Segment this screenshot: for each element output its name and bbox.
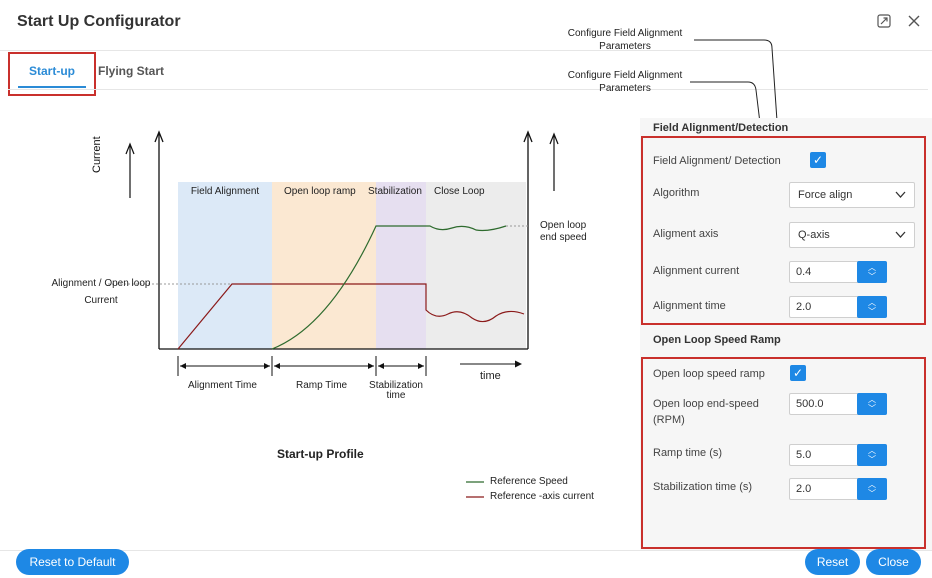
phase-region-alignment bbox=[178, 182, 272, 349]
ramp-time-value: 5.0 bbox=[796, 449, 812, 461]
stepper-icon[interactable]: ︿ ﹀ bbox=[857, 296, 887, 318]
stabilization-time-input[interactable]: 2.0 ︿ ﹀ bbox=[789, 478, 887, 500]
close-button[interactable]: Close bbox=[866, 549, 921, 575]
alignment-axis-value: Q-axis bbox=[798, 229, 830, 241]
stabilization-time-value: 2.0 bbox=[796, 483, 812, 495]
end-speed-field-label: Open loop end-speed (RPM) bbox=[653, 396, 759, 428]
field-alignment-section-title: Field Alignment/Detection bbox=[653, 122, 789, 134]
open-loop-checkbox[interactable]: ✓ bbox=[790, 365, 806, 381]
footer-divider bbox=[0, 550, 932, 551]
ramp-time-field-label: Ramp time (s) bbox=[653, 447, 723, 459]
end-speed-label-line2: (RPM) bbox=[653, 414, 685, 426]
legend-current-label: Reference -axis current bbox=[490, 491, 594, 502]
alignment-current-label: Alignment / Open loop Current bbox=[51, 278, 151, 306]
alignment-axis-select[interactable]: Q-axis bbox=[789, 222, 915, 248]
ramp-time-label: Ramp Time bbox=[296, 380, 348, 391]
time-axis-label: time bbox=[480, 370, 501, 382]
stabilization-time-field-label: Stabilization time (s) bbox=[653, 481, 753, 493]
alignment-current-field-label: Alignment current bbox=[653, 265, 740, 277]
stepper-icon[interactable]: ︿ ﹀ bbox=[857, 444, 887, 466]
alignment-time-label: Alignment Time bbox=[188, 380, 257, 391]
end-speed-input[interactable]: 500.0 ︿ ﹀ bbox=[789, 393, 887, 415]
phase-label-close-loop: Close Loop bbox=[434, 186, 485, 197]
end-speed-label-line1: Open loop end-speed bbox=[653, 398, 759, 410]
open-loop-section-title: Open Loop Speed Ramp bbox=[653, 334, 781, 346]
chevron-down-icon bbox=[895, 183, 906, 216]
phase-region-ramp bbox=[272, 182, 376, 349]
phase-label-field-alignment: Field Alignment bbox=[190, 186, 260, 197]
alignment-time-field-label: Alignment time bbox=[653, 300, 726, 312]
ramp-time-input[interactable]: 5.0 ︿ ﹀ bbox=[789, 444, 887, 466]
open-loop-enable-label: Open loop speed ramp bbox=[653, 368, 765, 380]
end-speed-label: Open loop end speed bbox=[540, 220, 587, 243]
phase-label-open-loop-ramp: Open loop ramp bbox=[284, 186, 356, 197]
stepper-icon[interactable]: ︿ ﹀ bbox=[857, 478, 887, 500]
field-alignment-checkbox[interactable]: ✓ bbox=[810, 152, 826, 168]
algorithm-value: Force align bbox=[798, 189, 853, 201]
y-axis-label: Current bbox=[91, 136, 103, 173]
phase-region-stabilization bbox=[376, 182, 426, 349]
alignment-current-value: 0.4 bbox=[796, 266, 812, 278]
alignment-time-value: 2.0 bbox=[796, 301, 812, 313]
alignment-axis-label: Aligment axis bbox=[653, 228, 719, 240]
stabilization-time-label: Stabilization time bbox=[369, 380, 423, 401]
stepper-icon[interactable]: ︿ ﹀ bbox=[857, 261, 887, 283]
chevron-down-icon bbox=[895, 223, 906, 256]
end-speed-value: 500.0 bbox=[796, 398, 824, 410]
algorithm-label: Algorithm bbox=[653, 187, 700, 199]
reset-to-default-button[interactable]: Reset to Default bbox=[16, 549, 129, 575]
alignment-current-input[interactable]: 0.4 ︿ ﹀ bbox=[789, 261, 887, 283]
phase-label-stabilization: Stabilization bbox=[368, 186, 422, 197]
legend-speed-label: Reference Speed bbox=[490, 476, 568, 487]
field-alignment-enable-label: Field Alignment/ Detection bbox=[653, 155, 781, 167]
diagram-caption: Start-up Profile bbox=[277, 447, 364, 461]
reset-button[interactable]: Reset bbox=[805, 549, 860, 575]
phase-region-close-loop bbox=[426, 182, 526, 349]
stepper-icon[interactable]: ︿ ﹀ bbox=[857, 393, 887, 415]
algorithm-select[interactable]: Force align bbox=[789, 182, 915, 208]
alignment-time-input[interactable]: 2.0 ︿ ﹀ bbox=[789, 296, 887, 318]
